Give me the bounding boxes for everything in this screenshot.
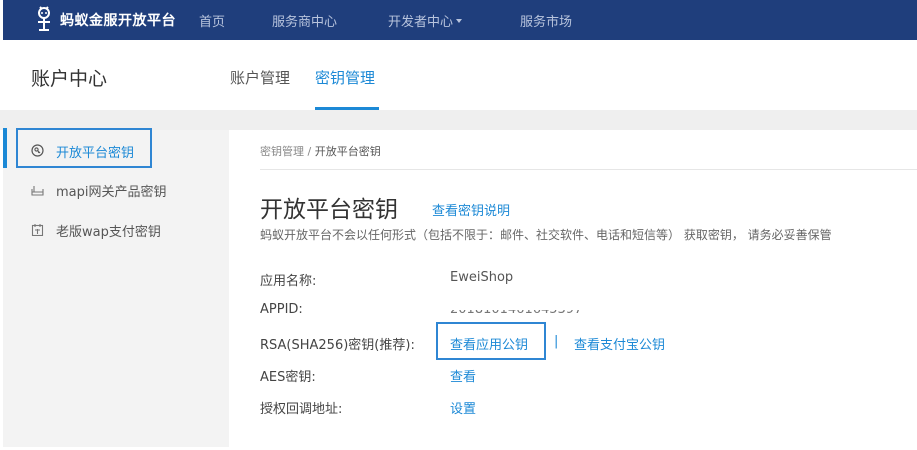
gateway-icon: [31, 186, 44, 196]
top-nav-bar: 蚂蚁金服开放平台 首页 服务商中心 开发者中心 服务市场: [3, 0, 917, 40]
nav-developer-label: 开发者中心: [388, 15, 454, 30]
set-callback-url-link[interactable]: 设置: [450, 398, 476, 417]
tab-key-management[interactable]: 密钥管理: [315, 67, 375, 88]
section-heading: 开放平台密钥: [260, 197, 398, 223]
view-key-docs-link[interactable]: 查看密钥说明: [432, 200, 510, 219]
caret-down-icon: [456, 18, 463, 23]
sidebar-item-label: 老版wap支付密钥: [56, 225, 161, 240]
breadcrumb: 密钥管理 / 开放平台密钥: [260, 143, 381, 159]
main-content: 密钥管理 / 开放平台密钥 开放平台密钥 查看密钥说明 蚂蚁开放平台不会以任何形…: [230, 130, 917, 450]
tab-account-management[interactable]: 账户管理: [230, 67, 290, 88]
link-separator: |: [554, 334, 559, 349]
security-notice: 蚂蚁开放平台不会以任何形式（包括不限于：邮件、社交软件、电话和短信等） 获取密钥…: [260, 228, 832, 242]
sidebar: 开放平台密钥 mapi网关产品密钥 老版wap支付密钥: [3, 130, 229, 447]
callback-url-label: 授权回调地址:: [260, 402, 343, 417]
highlight-box-app-public-key: [436, 322, 546, 360]
app-name-label: 应用名称:: [260, 274, 317, 289]
brand-title[interactable]: 蚂蚁金服开放平台: [60, 10, 176, 30]
appid-value-clip: 2018101461645397: [450, 310, 582, 320]
highlight-box-sidebar: [16, 128, 152, 168]
sidebar-active-indicator: [3, 128, 7, 168]
page-title: 账户中心: [31, 68, 108, 90]
appid-label: APPID:: [260, 302, 303, 317]
view-aes-key-link[interactable]: 查看: [450, 366, 476, 385]
breadcrumb-separator: /: [304, 145, 315, 158]
nav-developer-center[interactable]: 开发者中心: [388, 11, 463, 30]
view-alipay-public-key-link[interactable]: 查看支付宝公钥: [574, 334, 665, 353]
ant-logo-icon[interactable]: [33, 6, 55, 34]
nav-service-market[interactable]: 服务市场: [520, 11, 572, 30]
sidebar-item-label: mapi网关产品密钥: [56, 185, 167, 200]
content-divider: [260, 169, 917, 170]
section-divider-band: [0, 110, 917, 130]
sub-header: 账户中心 账户管理 密钥管理: [0, 40, 917, 110]
nav-service-provider[interactable]: 服务商中心: [272, 11, 337, 30]
breadcrumb-current: 开放平台密钥: [314, 145, 381, 158]
aes-key-label: AES密钥:: [260, 370, 316, 385]
rsa-key-label: RSA(SHA256)密钥(推荐):: [260, 338, 415, 353]
nav-home[interactable]: 首页: [199, 11, 225, 30]
wallet-icon: [31, 224, 44, 236]
appid-value: 2018101461645397: [450, 310, 582, 317]
app-name-value: EweiShop: [450, 270, 514, 285]
breadcrumb-parent[interactable]: 密钥管理: [260, 145, 304, 158]
